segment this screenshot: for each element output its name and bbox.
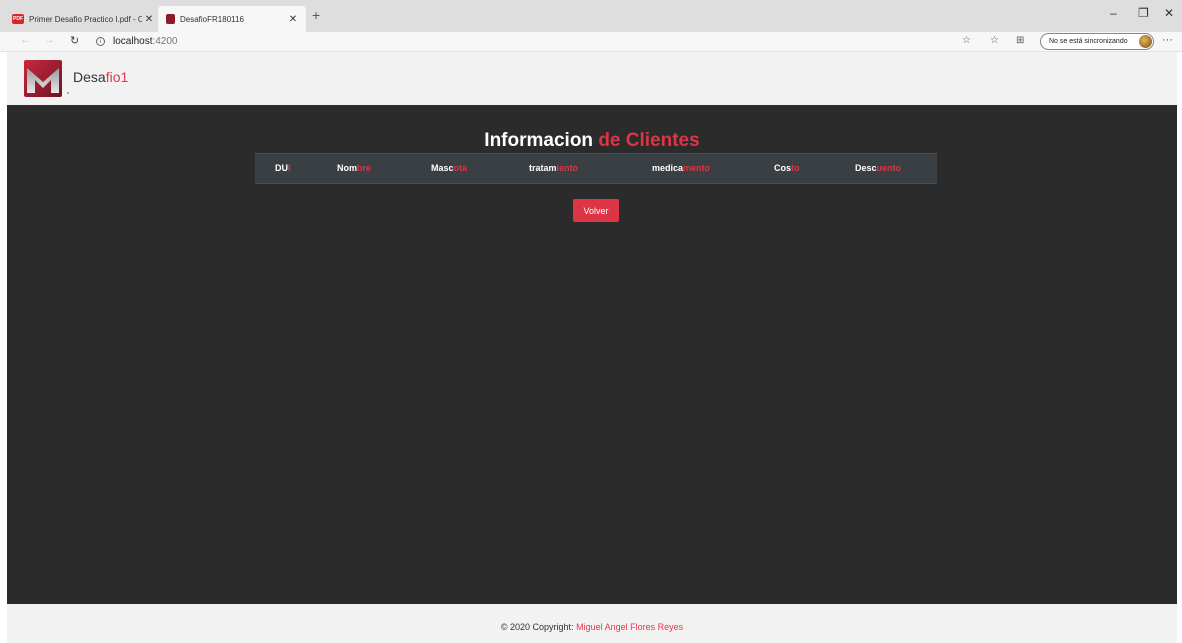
header-accent: uento [876, 163, 902, 173]
reload-button[interactable]: ↻ [70, 34, 79, 47]
back-button-volver[interactable]: Volver [573, 199, 619, 222]
column-header-costo: Costo [774, 163, 800, 173]
table-header: DUI Nombre Mascota tratamiento medicamen… [255, 153, 937, 184]
restore-button[interactable]: ❐ [1138, 6, 1149, 20]
header-accent: mento [683, 163, 711, 173]
favorites-bar-icon[interactable]: ☆ [990, 35, 999, 46]
close-window-button[interactable]: ✕ [1164, 6, 1174, 20]
favorite-star-icon[interactable]: ☆ [962, 35, 971, 46]
header-main: DU [275, 163, 288, 173]
url-port: :4200 [152, 36, 178, 47]
divider-dot [67, 92, 69, 94]
author-link[interactable]: Miguel Angel Flores Reyes [576, 622, 683, 632]
url-field[interactable]: i localhost :4200 [96, 36, 178, 47]
tab-pdf[interactable]: PDF Primer Desafio Practico I.pdf - O ✕ [6, 6, 156, 32]
sync-label: No se está sincronizando [1049, 38, 1128, 45]
header-accent: iento [556, 163, 579, 173]
footer: © 2020 Copyright: Miguel Angel Flores Re… [7, 604, 1177, 643]
title-accent: de Clientes [598, 130, 700, 151]
header-accent: to [791, 163, 800, 173]
header-accent: ota [453, 163, 468, 173]
close-icon[interactable]: ✕ [142, 14, 156, 25]
more-options-icon[interactable]: ··· [1162, 34, 1173, 46]
title-main: Informacion [484, 130, 594, 151]
app-logo-icon[interactable] [24, 60, 62, 97]
tab-title: Primer Desafio Practico I.pdf - O [29, 14, 142, 24]
brand-main: Desa [73, 69, 106, 85]
header-main: Nom [337, 163, 357, 173]
close-icon[interactable]: ✕ [286, 14, 300, 25]
header-main: Cos [774, 163, 792, 173]
url-host: localhost [113, 36, 153, 47]
header-accent: I [288, 163, 291, 173]
header-main: Masc [431, 163, 454, 173]
info-icon[interactable]: i [96, 37, 105, 46]
collections-icon[interactable]: ⊞ [1016, 35, 1024, 46]
header-main: medica [652, 163, 684, 173]
brand-title[interactable]: Desafio1 [73, 69, 128, 85]
column-header-mascota: Mascota [431, 163, 467, 173]
pdf-icon: PDF [12, 14, 24, 24]
profile-avatar [1139, 35, 1152, 48]
column-header-dui: DUI [275, 163, 291, 173]
sync-button[interactable]: No se está sincronizando [1040, 33, 1154, 50]
column-header-medicamento: medicamento [652, 163, 710, 173]
header-main: Desc [855, 163, 877, 173]
address-bar: ← → ↻ i localhost :4200 ☆ ☆ ⊞ No se está… [0, 32, 1182, 52]
column-header-nombre: Nombre [337, 163, 371, 173]
forward-button[interactable]: → [44, 34, 55, 46]
header-main: tratam [529, 163, 557, 173]
tab-title: DesafioFR180116 [180, 14, 244, 24]
copyright-text: © 2020 Copyright: [500, 622, 574, 632]
tab-strip: PDF Primer Desafio Practico I.pdf - O ✕ … [0, 0, 1182, 32]
app-logo-icon [166, 14, 175, 24]
column-header-descuento: Descuento [855, 163, 901, 173]
back-button[interactable]: ← [20, 34, 31, 46]
brand-accent: fio1 [105, 69, 129, 85]
browser-window: PDF Primer Desafio Practico I.pdf - O ✕ … [0, 0, 1182, 643]
page-title: Informacion de Clientes [7, 130, 1177, 152]
column-header-tratamiento: tratamiento [529, 163, 578, 173]
header-accent: bre [357, 163, 372, 173]
navbar: Desafio1 [7, 52, 1177, 105]
new-tab-button[interactable]: + [312, 7, 320, 23]
tab-active[interactable]: DesafioFR180116 ✕ [158, 6, 306, 32]
main-content: Informacion de Clientes DUI Nombre Masco… [7, 105, 1177, 604]
minimize-button[interactable]: – [1110, 6, 1117, 20]
